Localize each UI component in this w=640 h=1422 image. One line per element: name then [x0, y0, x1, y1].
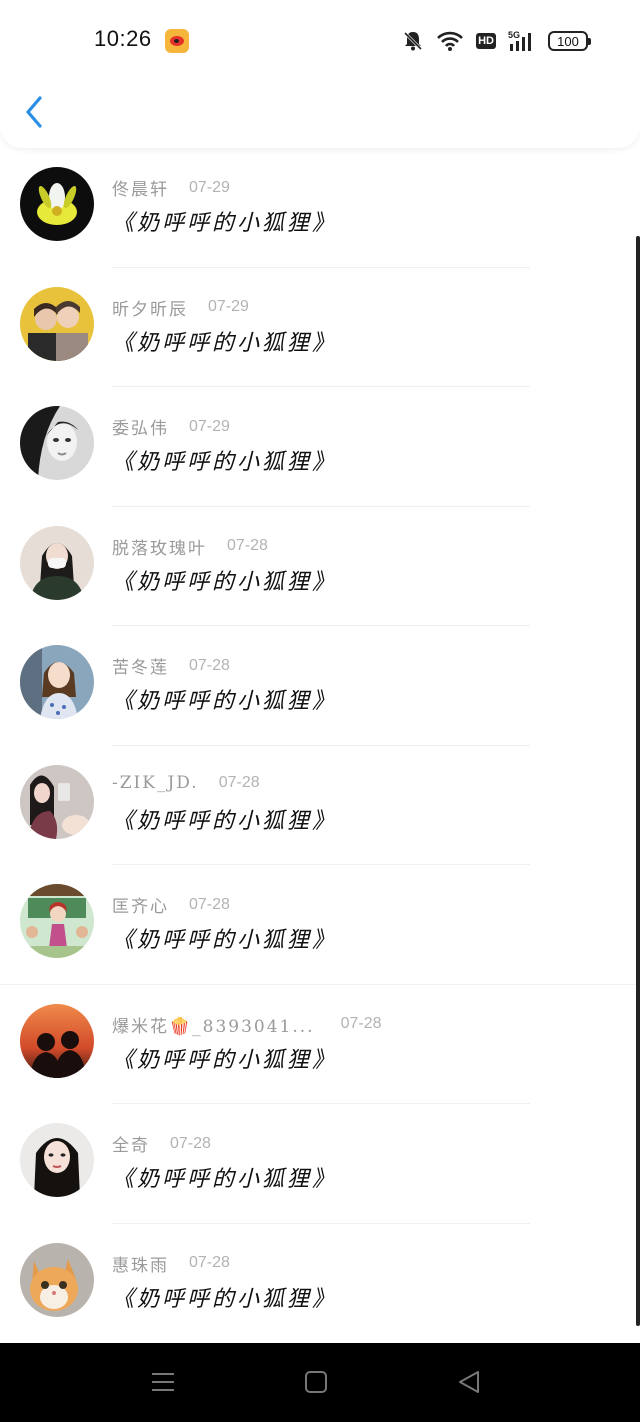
- item-date: 07-28: [218, 773, 260, 791]
- item-date: 07-29: [189, 178, 230, 196]
- item-date: 07-28: [189, 656, 230, 674]
- mute-bell-icon: [404, 31, 423, 51]
- reader-list: 佟晨轩 07-29 《奶呼呼的小狐狸》 昕夕昕辰 07-29 《奶呼呼的小狐狸》: [0, 148, 640, 1343]
- menu-icon[interactable]: [146, 1367, 180, 1397]
- list-item[interactable]: 佟晨轩 07-29 《奶呼呼的小狐狸》: [0, 148, 640, 268]
- item-date: 07-29: [189, 417, 230, 435]
- list-item[interactable]: 全奇 07-28 《奶呼呼的小狐狸》: [0, 1104, 640, 1224]
- item-meta: 匡齐心 07-28: [112, 892, 230, 918]
- book-title[interactable]: 《奶呼呼的小狐狸》: [112, 444, 337, 476]
- avatar[interactable]: [20, 1123, 94, 1197]
- book-title[interactable]: 《奶呼呼的小狐狸》: [112, 922, 337, 954]
- item-meta: 全奇 07-28: [112, 1131, 211, 1157]
- list-item[interactable]: 匡齐心 07-28 《奶呼呼的小狐狸》: [0, 865, 640, 985]
- user-name: 全奇: [112, 1136, 150, 1156]
- item-date: 07-28: [170, 1134, 211, 1152]
- item-meta: 苦冬莲 07-28: [112, 653, 230, 679]
- clock: 10:26: [94, 26, 152, 51]
- list-item[interactable]: 爆米花🍿_8393041... 07-28 《奶呼呼的小狐狸》: [0, 985, 640, 1104]
- item-date: 07-28: [340, 1015, 382, 1032]
- weibo-notification-icon: [165, 29, 189, 53]
- avatar[interactable]: [20, 884, 94, 958]
- item-meta: -ZIK_JD. 07-28: [112, 773, 260, 793]
- chevron-left-icon[interactable]: [22, 94, 50, 130]
- signal-icon: 5G: [508, 30, 531, 51]
- book-title[interactable]: 《奶呼呼的小狐狸》: [112, 564, 337, 596]
- book-title[interactable]: 《奶呼呼的小狐狸》: [112, 1281, 337, 1313]
- wifi-icon: [437, 31, 464, 51]
- list-item[interactable]: 委弘伟 07-29 《奶呼呼的小狐狸》: [0, 387, 640, 507]
- item-date: 07-28: [189, 895, 230, 913]
- battery-indicator: 100: [548, 31, 591, 51]
- hd-badge: HD: [476, 33, 496, 49]
- avatar[interactable]: [20, 764, 94, 839]
- list-item[interactable]: -ZIK_JD. 07-28 《奶呼呼的小狐狸》: [0, 746, 640, 865]
- list-item[interactable]: 昕夕昕辰 07-29 《奶呼呼的小狐狸》: [0, 268, 640, 387]
- list-item[interactable]: 脱落玫瑰叶 07-28 《奶呼呼的小狐狸》: [0, 507, 640, 626]
- avatar[interactable]: [20, 1003, 94, 1078]
- avatar[interactable]: [20, 1242, 94, 1317]
- book-title[interactable]: 《奶呼呼的小狐狸》: [112, 803, 337, 835]
- list-item[interactable]: 惠珠雨 07-28 《奶呼呼的小狐狸》: [0, 1224, 640, 1344]
- user-name: 惠珠雨: [112, 1255, 169, 1276]
- home-icon[interactable]: [299, 1367, 333, 1397]
- book-title[interactable]: 《奶呼呼的小狐狸》: [112, 205, 337, 237]
- book-title[interactable]: 《奶呼呼的小狐狸》: [112, 1042, 337, 1074]
- avatar[interactable]: [20, 406, 94, 480]
- avatar[interactable]: [20, 645, 94, 719]
- user-name: 爆米花🍿_8393041...: [112, 1016, 315, 1037]
- item-meta: 昕夕昕辰 07-29: [112, 295, 249, 320]
- item-date: 07-28: [189, 1254, 230, 1271]
- item-meta: 佟晨轩 07-29: [112, 175, 230, 201]
- status-bar: 10:26 HD 5G 100: [0, 0, 640, 84]
- item-meta: 惠珠雨 07-28: [112, 1251, 230, 1276]
- book-title[interactable]: 《奶呼呼的小狐狸》: [112, 1161, 337, 1193]
- system-nav-bar: [0, 1343, 640, 1422]
- avatar[interactable]: [20, 286, 94, 361]
- book-title[interactable]: 《奶呼呼的小狐狸》: [112, 325, 337, 357]
- user-name: 匡齐心: [112, 897, 169, 917]
- avatar[interactable]: [20, 167, 94, 241]
- user-name: 昕夕昕辰: [112, 299, 188, 320]
- back-triangle-icon[interactable]: [452, 1367, 486, 1397]
- user-name: 委弘伟: [112, 419, 169, 439]
- item-meta: 脱落玫瑰叶 07-28: [112, 534, 268, 559]
- user-name: 苦冬莲: [112, 658, 169, 678]
- item-date: 07-28: [227, 537, 268, 554]
- avatar[interactable]: [20, 525, 94, 600]
- book-title[interactable]: 《奶呼呼的小狐狸》: [112, 683, 337, 715]
- user-name: 佟晨轩: [112, 180, 169, 200]
- item-meta: 爆米花🍿_8393041... 07-28: [112, 1012, 382, 1037]
- user-name: 脱落玫瑰叶: [112, 538, 207, 559]
- user-name: -ZIK_JD.: [112, 772, 199, 793]
- svg-text:5G: 5G: [508, 30, 520, 40]
- item-date: 07-29: [208, 298, 249, 315]
- item-meta: 委弘伟 07-29: [112, 414, 230, 440]
- scrollbar[interactable]: [636, 236, 640, 1326]
- list-item[interactable]: 苦冬莲 07-28 《奶呼呼的小狐狸》: [0, 626, 640, 746]
